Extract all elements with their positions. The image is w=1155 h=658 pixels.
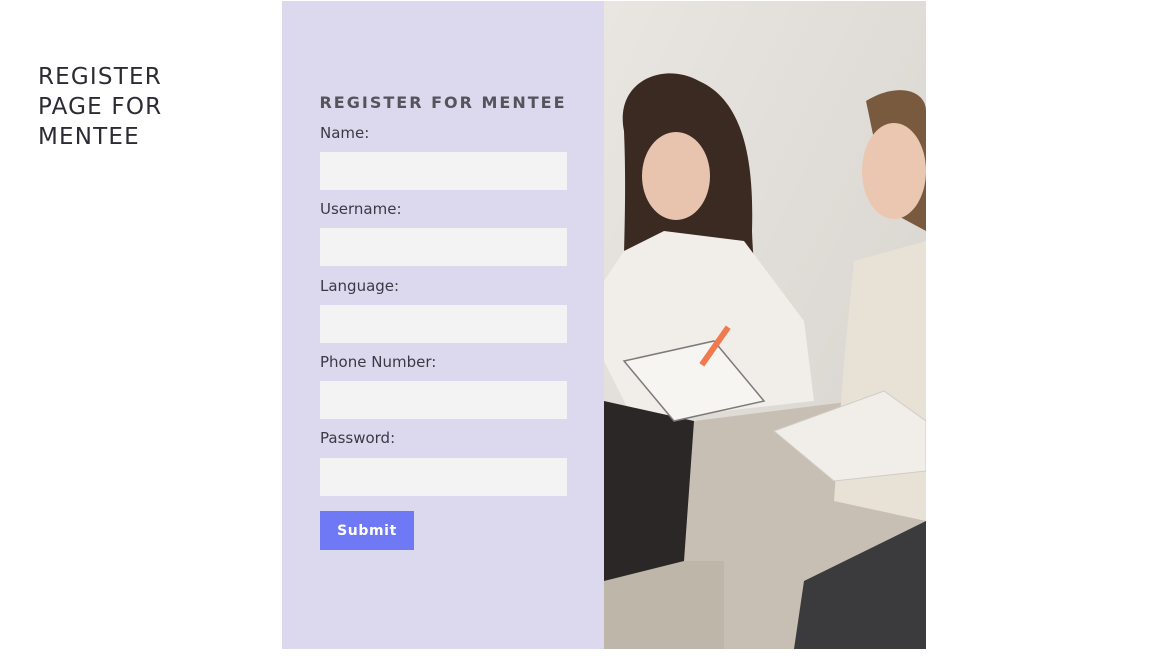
password-label: Password: bbox=[320, 429, 396, 447]
form-title: REGISTER FOR MENTEE bbox=[319, 93, 567, 112]
phone-number-label: Phone Number: bbox=[320, 353, 437, 371]
page-caption-line: MENTEE bbox=[38, 124, 140, 150]
name-label: Name: bbox=[320, 124, 370, 142]
language-input[interactable] bbox=[320, 305, 567, 343]
mentoring-photo bbox=[604, 1, 926, 649]
username-input[interactable] bbox=[320, 228, 567, 266]
language-label: Language: bbox=[320, 277, 400, 295]
submit-button[interactable]: Submit bbox=[320, 511, 414, 550]
username-label: Username: bbox=[320, 200, 402, 218]
phone-number-input[interactable] bbox=[320, 381, 567, 419]
registration-form-panel: REGISTER FOR MENTEE Name: Username: Lang… bbox=[282, 1, 604, 649]
password-input[interactable] bbox=[320, 458, 567, 496]
mentoring-photo-illustration bbox=[604, 1, 926, 649]
page-caption-line: PAGE FOR bbox=[38, 94, 163, 120]
page-caption: REGISTER PAGE FOR MENTEE bbox=[38, 62, 238, 152]
page-caption-line: REGISTER bbox=[38, 64, 162, 90]
name-input[interactable] bbox=[320, 152, 567, 190]
